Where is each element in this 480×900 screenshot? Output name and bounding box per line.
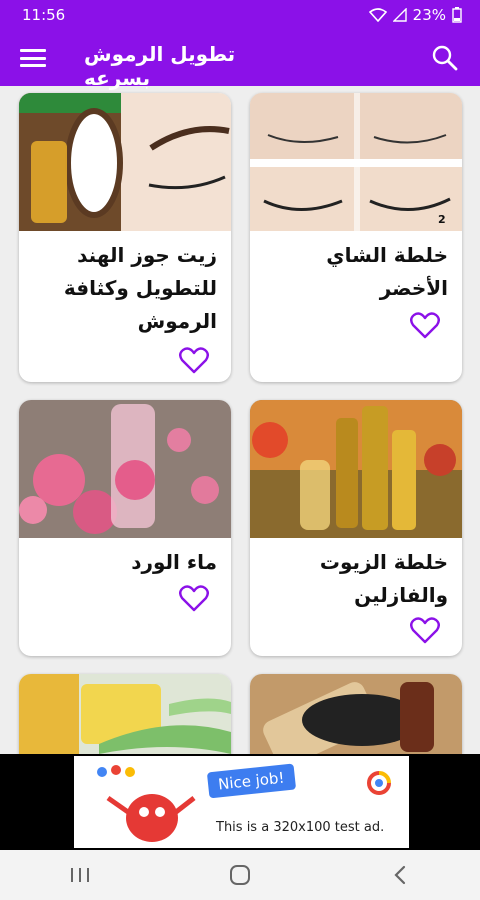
card-rose-water[interactable]: ماء الورد — [19, 400, 231, 656]
card-title: خلطة الشاي الأخضر — [326, 243, 448, 300]
system-nav-bar — [0, 850, 480, 900]
card-oils-vaseline[interactable]: خلطة الزيوت والفازلين — [250, 400, 462, 656]
app-bar: تطويل الرموش بسرعه — [0, 30, 480, 90]
card-green-tea[interactable]: 2 خلطة الشاي الأخضر — [250, 93, 462, 382]
ad-creative[interactable]: Nice job! This is a 320x100 test ad. — [74, 756, 409, 848]
wifi-icon — [368, 8, 387, 22]
card-title: ماء الورد — [131, 550, 217, 574]
card-image-aloe-oil — [19, 674, 231, 754]
menu-icon — [20, 49, 46, 52]
menu-button[interactable] — [20, 46, 46, 70]
card-aloe[interactable] — [19, 674, 231, 754]
heart-icon — [410, 312, 440, 339]
card-image-coconut — [19, 93, 231, 231]
ad-text: This is a 320x100 test ad. — [216, 820, 385, 835]
card-image-eyelashes: 2 — [250, 93, 462, 231]
status-bar: 11:56 23% — [0, 0, 480, 30]
card-black-seed[interactable] — [250, 674, 462, 754]
signal-icon — [392, 8, 407, 22]
recent-apps-icon — [71, 868, 89, 882]
heart-icon — [179, 585, 209, 612]
svg-text:2: 2 — [438, 213, 446, 226]
ad-mascot-icon — [97, 765, 196, 842]
card-image-roses — [19, 400, 231, 538]
status-icons: 23% — [368, 6, 462, 24]
back-icon — [394, 865, 406, 885]
favorite-button[interactable] — [179, 584, 209, 612]
favorite-button[interactable] — [179, 346, 209, 374]
back-button[interactable] — [370, 855, 430, 895]
ad-banner[interactable]: Nice job! This is a 320x100 test ad. — [0, 754, 480, 850]
status-time: 11:56 — [22, 6, 66, 24]
recipe-grid: 2 خلطة الشاي الأخضر زيت جوز الهند للتطوي… — [0, 86, 480, 754]
app-title: تطويل الرموش بسرعه — [84, 42, 236, 90]
recent-apps-button[interactable] — [50, 855, 110, 895]
ad-logo-icon — [367, 771, 391, 795]
battery-percent: 23% — [412, 6, 446, 24]
card-image-oil-bottles — [250, 400, 462, 538]
favorite-button[interactable] — [410, 616, 440, 644]
home-icon — [230, 865, 250, 885]
card-title: زيت جوز الهند للتطويل وكثافة الرموش — [63, 243, 217, 333]
heart-icon — [179, 347, 209, 374]
favorite-button[interactable] — [410, 311, 440, 339]
search-button[interactable] — [430, 43, 460, 73]
ad-badge: Nice job! — [206, 763, 296, 799]
heart-icon — [410, 617, 440, 644]
card-title: خلطة الزيوت والفازلين — [319, 550, 448, 607]
battery-icon — [452, 7, 462, 23]
home-button[interactable] — [210, 855, 270, 895]
card-coconut-oil[interactable]: زيت جوز الهند للتطويل وكثافة الرموش — [19, 93, 231, 382]
card-image-black-seed — [250, 674, 462, 754]
search-icon — [432, 45, 458, 71]
